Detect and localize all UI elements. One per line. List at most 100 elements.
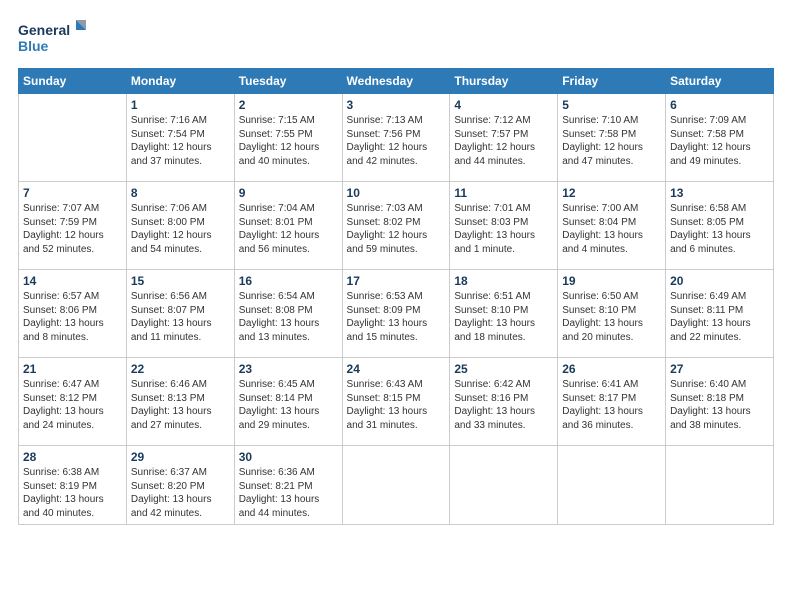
header: General Blue — [18, 18, 774, 58]
day-number: 11 — [454, 186, 553, 200]
day-number: 28 — [23, 450, 122, 464]
day-info: Sunrise: 6:49 AM Sunset: 8:11 PM Dayligh… — [670, 290, 769, 344]
calendar-cell: 27 Sunrise: 6:40 AM Sunset: 8:18 PM Dayli… — [666, 358, 774, 446]
day-number: 10 — [347, 186, 446, 200]
calendar-cell: 16Sunrise: 6:54 AM Sunset: 8:08 PM Dayli… — [234, 270, 342, 358]
calendar-cell: 19Sunrise: 6:50 AM Sunset: 8:10 PM Dayli… — [558, 270, 666, 358]
calendar-cell: 9 Sunrise: 7:04 AM Sunset: 8:01 PM Daylig… — [234, 182, 342, 270]
day-info: Sunrise: 7:07 AM Sunset: 7:59 PM Dayligh… — [23, 202, 122, 256]
calendar-week-row: 1Sunrise: 7:16 AM Sunset: 7:54 PM Daylig… — [19, 94, 774, 182]
calendar-table: SundayMondayTuesdayWednesdayThursdayFrid… — [18, 68, 774, 525]
weekday-header-monday: Monday — [126, 69, 234, 94]
day-info: Sunrise: 7:00 AM Sunset: 8:04 PM Dayligh… — [562, 202, 661, 256]
day-info: Sunrise: 6:41 AM Sunset: 8:17 PM Dayligh… — [562, 378, 661, 432]
day-number: 17 — [347, 274, 446, 288]
page: General Blue SundayMondayTuesdayWednesda… — [0, 0, 792, 612]
day-number: 21 — [23, 362, 122, 376]
weekday-header-friday: Friday — [558, 69, 666, 94]
calendar-cell: 6Sunrise: 7:09 AM Sunset: 7:58 PM Daylig… — [666, 94, 774, 182]
day-info: Sunrise: 6:53 AM Sunset: 8:09 PM Dayligh… — [347, 290, 446, 344]
weekday-header-sunday: Sunday — [19, 69, 127, 94]
day-number: 1 — [131, 98, 230, 112]
day-number: 5 — [562, 98, 661, 112]
calendar-week-row: 21 Sunrise: 6:47 AM Sunset: 8:12 PM Dayli… — [19, 358, 774, 446]
day-number: 9 — [239, 186, 338, 200]
calendar-cell — [450, 446, 558, 525]
calendar-cell — [558, 446, 666, 525]
calendar-week-row: 7 Sunrise: 7:07 AM Sunset: 7:59 PM Daylig… — [19, 182, 774, 270]
day-number: 25 — [454, 362, 553, 376]
day-number: 16 — [239, 274, 338, 288]
calendar-cell: 20 Sunrise: 6:49 AM Sunset: 8:11 PM Dayli… — [666, 270, 774, 358]
calendar-cell: 15Sunrise: 6:56 AM Sunset: 8:07 PM Dayli… — [126, 270, 234, 358]
day-info: Sunrise: 7:03 AM Sunset: 8:02 PM Dayligh… — [347, 202, 446, 256]
logo: General Blue — [18, 18, 88, 58]
calendar-cell: 21 Sunrise: 6:47 AM Sunset: 8:12 PM Dayli… — [19, 358, 127, 446]
day-number: 12 — [562, 186, 661, 200]
day-info: Sunrise: 7:04 AM Sunset: 8:01 PM Dayligh… — [239, 202, 338, 256]
day-number: 24 — [347, 362, 446, 376]
calendar-week-row: 14 Sunrise: 6:57 AM Sunset: 8:06 PM Dayli… — [19, 270, 774, 358]
day-number: 18 — [454, 274, 553, 288]
day-number: 27 — [670, 362, 769, 376]
calendar-cell: 4Sunrise: 7:12 AM Sunset: 7:57 PM Daylig… — [450, 94, 558, 182]
weekday-header-tuesday: Tuesday — [234, 69, 342, 94]
day-number: 19 — [562, 274, 661, 288]
day-info: Sunrise: 6:47 AM Sunset: 8:12 PM Dayligh… — [23, 378, 122, 432]
weekday-header-row: SundayMondayTuesdayWednesdayThursdayFrid… — [19, 69, 774, 94]
day-number: 22 — [131, 362, 230, 376]
day-info: Sunrise: 7:01 AM Sunset: 8:03 PM Dayligh… — [454, 202, 553, 256]
day-number: 8 — [131, 186, 230, 200]
weekday-header-thursday: Thursday — [450, 69, 558, 94]
day-number: 30 — [239, 450, 338, 464]
day-info: Sunrise: 7:09 AM Sunset: 7:58 PM Dayligh… — [670, 114, 769, 168]
calendar-cell: 10 Sunrise: 7:03 AM Sunset: 8:02 PM Dayli… — [342, 182, 450, 270]
day-number: 15 — [131, 274, 230, 288]
day-info: Sunrise: 6:38 AM Sunset: 8:19 PM Dayligh… — [23, 466, 122, 520]
svg-text:General: General — [18, 22, 70, 38]
day-info: Sunrise: 7:12 AM Sunset: 7:57 PM Dayligh… — [454, 114, 553, 168]
day-info: Sunrise: 6:51 AM Sunset: 8:10 PM Dayligh… — [454, 290, 553, 344]
day-info: Sunrise: 6:46 AM Sunset: 8:13 PM Dayligh… — [131, 378, 230, 432]
calendar-cell: 7 Sunrise: 7:07 AM Sunset: 7:59 PM Daylig… — [19, 182, 127, 270]
calendar-cell: 2Sunrise: 7:15 AM Sunset: 7:55 PM Daylig… — [234, 94, 342, 182]
calendar-cell: 14 Sunrise: 6:57 AM Sunset: 8:06 PM Dayli… — [19, 270, 127, 358]
logo-svg: General Blue — [18, 18, 88, 58]
day-number: 23 — [239, 362, 338, 376]
calendar-cell: 25Sunrise: 6:42 AM Sunset: 8:16 PM Dayli… — [450, 358, 558, 446]
calendar-cell — [666, 446, 774, 525]
day-info: Sunrise: 6:40 AM Sunset: 8:18 PM Dayligh… — [670, 378, 769, 432]
calendar-cell: 12 Sunrise: 7:00 AM Sunset: 8:04 PM Dayli… — [558, 182, 666, 270]
calendar-cell: 13Sunrise: 6:58 AM Sunset: 8:05 PM Dayli… — [666, 182, 774, 270]
calendar-cell: 3Sunrise: 7:13 AM Sunset: 7:56 PM Daylig… — [342, 94, 450, 182]
day-number: 26 — [562, 362, 661, 376]
day-info: Sunrise: 6:57 AM Sunset: 8:06 PM Dayligh… — [23, 290, 122, 344]
svg-text:Blue: Blue — [18, 38, 49, 54]
calendar-cell: 17 Sunrise: 6:53 AM Sunset: 8:09 PM Dayli… — [342, 270, 450, 358]
calendar-cell: 23Sunrise: 6:45 AM Sunset: 8:14 PM Dayli… — [234, 358, 342, 446]
day-number: 20 — [670, 274, 769, 288]
day-number: 14 — [23, 274, 122, 288]
calendar-cell: 30 Sunrise: 6:36 AM Sunset: 8:21 PM Dayli… — [234, 446, 342, 525]
calendar-cell: 11 Sunrise: 7:01 AM Sunset: 8:03 PM Dayli… — [450, 182, 558, 270]
calendar-cell: 29 Sunrise: 6:37 AM Sunset: 8:20 PM Dayli… — [126, 446, 234, 525]
calendar-cell: 22 Sunrise: 6:46 AM Sunset: 8:13 PM Dayli… — [126, 358, 234, 446]
calendar-cell: 28 Sunrise: 6:38 AM Sunset: 8:19 PM Dayli… — [19, 446, 127, 525]
day-info: Sunrise: 6:43 AM Sunset: 8:15 PM Dayligh… — [347, 378, 446, 432]
day-info: Sunrise: 6:36 AM Sunset: 8:21 PM Dayligh… — [239, 466, 338, 520]
calendar-cell: 18 Sunrise: 6:51 AM Sunset: 8:10 PM Dayli… — [450, 270, 558, 358]
day-info: Sunrise: 6:37 AM Sunset: 8:20 PM Dayligh… — [131, 466, 230, 520]
day-number: 3 — [347, 98, 446, 112]
day-number: 7 — [23, 186, 122, 200]
day-info: Sunrise: 7:06 AM Sunset: 8:00 PM Dayligh… — [131, 202, 230, 256]
calendar-cell: 8 Sunrise: 7:06 AM Sunset: 8:00 PM Daylig… — [126, 182, 234, 270]
weekday-header-wednesday: Wednesday — [342, 69, 450, 94]
day-number: 29 — [131, 450, 230, 464]
day-number: 13 — [670, 186, 769, 200]
calendar-cell: 5Sunrise: 7:10 AM Sunset: 7:58 PM Daylig… — [558, 94, 666, 182]
weekday-header-saturday: Saturday — [666, 69, 774, 94]
calendar-cell: 26 Sunrise: 6:41 AM Sunset: 8:17 PM Dayli… — [558, 358, 666, 446]
calendar-cell: 24 Sunrise: 6:43 AM Sunset: 8:15 PM Dayli… — [342, 358, 450, 446]
calendar-week-row: 28 Sunrise: 6:38 AM Sunset: 8:19 PM Dayli… — [19, 446, 774, 525]
day-number: 2 — [239, 98, 338, 112]
